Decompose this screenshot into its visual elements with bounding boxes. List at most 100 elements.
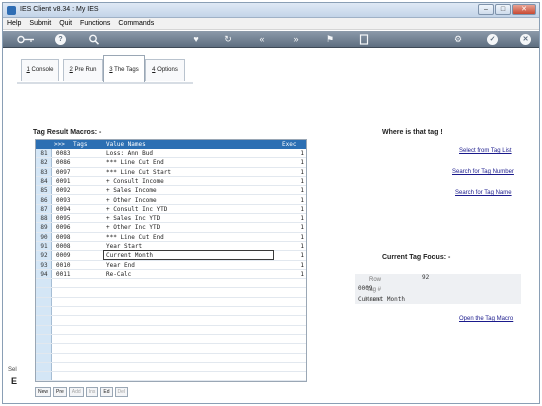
close-icon[interactable]: ✕ — [520, 34, 531, 45]
value-name-cell[interactable]: *** Line Cut End — [106, 233, 164, 242]
exec-cell[interactable]: 1 — [296, 242, 304, 251]
copy-icon[interactable] — [357, 33, 371, 46]
table-row[interactable]: 93 0010 Year End 1 — [36, 261, 306, 270]
menu-functions[interactable]: Functions — [76, 18, 114, 29]
value-name-cell[interactable]: Year End — [106, 261, 135, 270]
table-row[interactable]: 85 0092 + Sales Income 1 — [36, 186, 306, 196]
value-name-cell[interactable]: + Sales Income — [106, 186, 157, 195]
table-row[interactable] — [36, 354, 306, 363]
value-name-cell[interactable]: + Other Income — [106, 196, 157, 205]
tag-cell[interactable]: 0093 — [56, 196, 70, 205]
exec-cell[interactable]: 1 — [296, 251, 304, 260]
tab-options[interactable]: 4 Options — [145, 59, 185, 81]
value-name-cell[interactable]: + Consult Inc YTD — [106, 205, 167, 214]
exec-cell[interactable]: 1 — [296, 214, 304, 223]
table-row[interactable] — [36, 335, 306, 345]
table-row[interactable] — [36, 298, 306, 308]
tag-cell[interactable]: 0096 — [56, 223, 70, 232]
maximize-button[interactable]: □ — [495, 4, 511, 15]
table-row[interactable] — [36, 372, 306, 381]
search-tag-number-link[interactable]: Search for Tag Number — [452, 169, 514, 175]
table-row[interactable] — [36, 326, 306, 335]
close-window-button[interactable]: ✕ — [512, 4, 536, 15]
table-row[interactable] — [36, 307, 306, 317]
tag-cell[interactable]: 0008 — [56, 242, 70, 251]
key-icon[interactable] — [17, 33, 35, 46]
exec-cell[interactable]: 1 — [296, 223, 304, 232]
tag-cell[interactable]: 0009 — [56, 251, 70, 260]
tag-cell[interactable]: 0095 — [56, 214, 70, 223]
value-name-cell[interactable]: *** Line Cut End — [106, 158, 164, 167]
tab-pre-run[interactable]: 2 Pre Run — [63, 59, 103, 81]
tag-cell[interactable]: 0091 — [56, 177, 70, 186]
table-row[interactable] — [36, 289, 306, 298]
value-name-cell[interactable]: + Other Inc YTD — [106, 223, 160, 232]
table-row[interactable]: 82 0086 *** Line Cut End 1 — [36, 158, 306, 168]
table-row[interactable]: 89 0096 + Other Inc YTD 1 — [36, 223, 306, 233]
table-row[interactable]: 92 0009 Current Month 1 — [36, 250, 306, 261]
open-tag-macro-link[interactable]: Open the Tag Macro — [459, 316, 513, 322]
exec-cell[interactable]: 1 — [296, 196, 304, 205]
exec-cell[interactable]: 1 — [296, 177, 304, 186]
pre-button[interactable]: Pre — [53, 387, 67, 397]
tag-cell[interactable]: 0094 — [56, 205, 70, 214]
menu-quit[interactable]: Quit — [55, 18, 76, 29]
exec-cell[interactable]: 1 — [296, 205, 304, 214]
table-row[interactable] — [36, 316, 306, 326]
search-icon[interactable] — [87, 33, 101, 46]
table-row[interactable] — [36, 363, 306, 373]
del-button[interactable]: Del — [114, 387, 129, 397]
help-icon[interactable]: ? — [55, 34, 66, 45]
table-row[interactable] — [36, 344, 306, 354]
exec-cell[interactable]: 1 — [296, 149, 304, 158]
tab-console[interactable]: 1 Console — [21, 59, 59, 81]
grid-header-tags[interactable]: Tags — [73, 140, 87, 149]
table-row[interactable]: 86 0093 + Other Income 1 — [36, 196, 306, 205]
tag-cell[interactable]: 0010 — [56, 261, 70, 270]
table-row[interactable]: 84 0091 + Consult Income 1 — [36, 177, 306, 187]
table-row[interactable]: 88 0095 + Sales Inc YTD 1 — [36, 214, 306, 224]
add-button[interactable]: Add — [68, 387, 84, 397]
menu-commands[interactable]: Commands — [114, 18, 158, 29]
tag-cell[interactable]: 0083 — [56, 149, 70, 158]
table-row[interactable]: 87 0094 + Consult Inc YTD 1 — [36, 205, 306, 215]
rewind-icon[interactable]: « — [255, 33, 269, 46]
value-name-cell[interactable]: Re-Calc — [106, 270, 131, 279]
ins-button[interactable]: Ins — [85, 387, 99, 397]
value-name-cell[interactable]: Loss: Ann Bud — [106, 149, 153, 158]
grid-header-value-names[interactable]: Value Names — [106, 140, 146, 149]
search-tag-name-link[interactable]: Search for Tag Name — [455, 190, 512, 196]
menu-submit[interactable]: Submit — [25, 18, 55, 29]
exec-cell[interactable]: 1 — [296, 261, 304, 270]
tag-cell[interactable]: 0086 — [56, 158, 70, 167]
exec-cell[interactable]: 1 — [296, 168, 304, 177]
tag-cell[interactable]: 0098 — [56, 233, 70, 242]
refresh-icon[interactable]: ↻ — [221, 33, 235, 46]
table-row[interactable]: 90 0098 *** Line Cut End 1 — [36, 233, 306, 242]
tag-cell[interactable]: 0097 — [56, 168, 70, 177]
heart-icon[interactable]: ♥ — [189, 33, 203, 46]
ed-button[interactable]: Ed — [100, 387, 113, 397]
minimize-button[interactable]: – — [478, 4, 494, 15]
check-icon[interactable]: ✓ — [487, 34, 498, 45]
value-name-cell[interactable]: + Sales Inc YTD — [106, 214, 160, 223]
exec-cell[interactable]: 1 — [296, 158, 304, 167]
flag-icon[interactable]: ⚑ — [323, 33, 337, 46]
value-name-cell[interactable]: + Consult Income — [106, 177, 164, 186]
table-row[interactable] — [36, 279, 306, 289]
fast-forward-icon[interactable]: » — [289, 33, 303, 46]
tab-the-tags[interactable]: 3 The Tags — [103, 55, 145, 82]
value-name-cell[interactable]: *** Line Cut Start — [106, 168, 171, 177]
settings-icon[interactable]: ⚙ — [451, 33, 465, 46]
tag-macros-grid[interactable]: >>> Tags Value Names Exec It 81 0083 Loss:… — [35, 139, 307, 382]
select-from-tag-list-link[interactable]: Select from Tag List — [459, 148, 512, 154]
new-button[interactable]: New — [35, 387, 52, 397]
tag-cell[interactable]: 0011 — [56, 270, 70, 279]
table-row[interactable]: 83 0097 *** Line Cut Start 1 — [36, 168, 306, 177]
value-name-cell[interactable]: Year Start — [106, 242, 142, 251]
tag-cell[interactable]: 0092 — [56, 186, 70, 195]
exec-cell[interactable]: 1 — [296, 270, 304, 279]
table-row[interactable]: 81 0083 Loss: Ann Bud 1 — [36, 149, 306, 159]
value-name-cell[interactable]: Current Month — [106, 251, 153, 260]
exec-cell[interactable]: 1 — [296, 186, 304, 195]
